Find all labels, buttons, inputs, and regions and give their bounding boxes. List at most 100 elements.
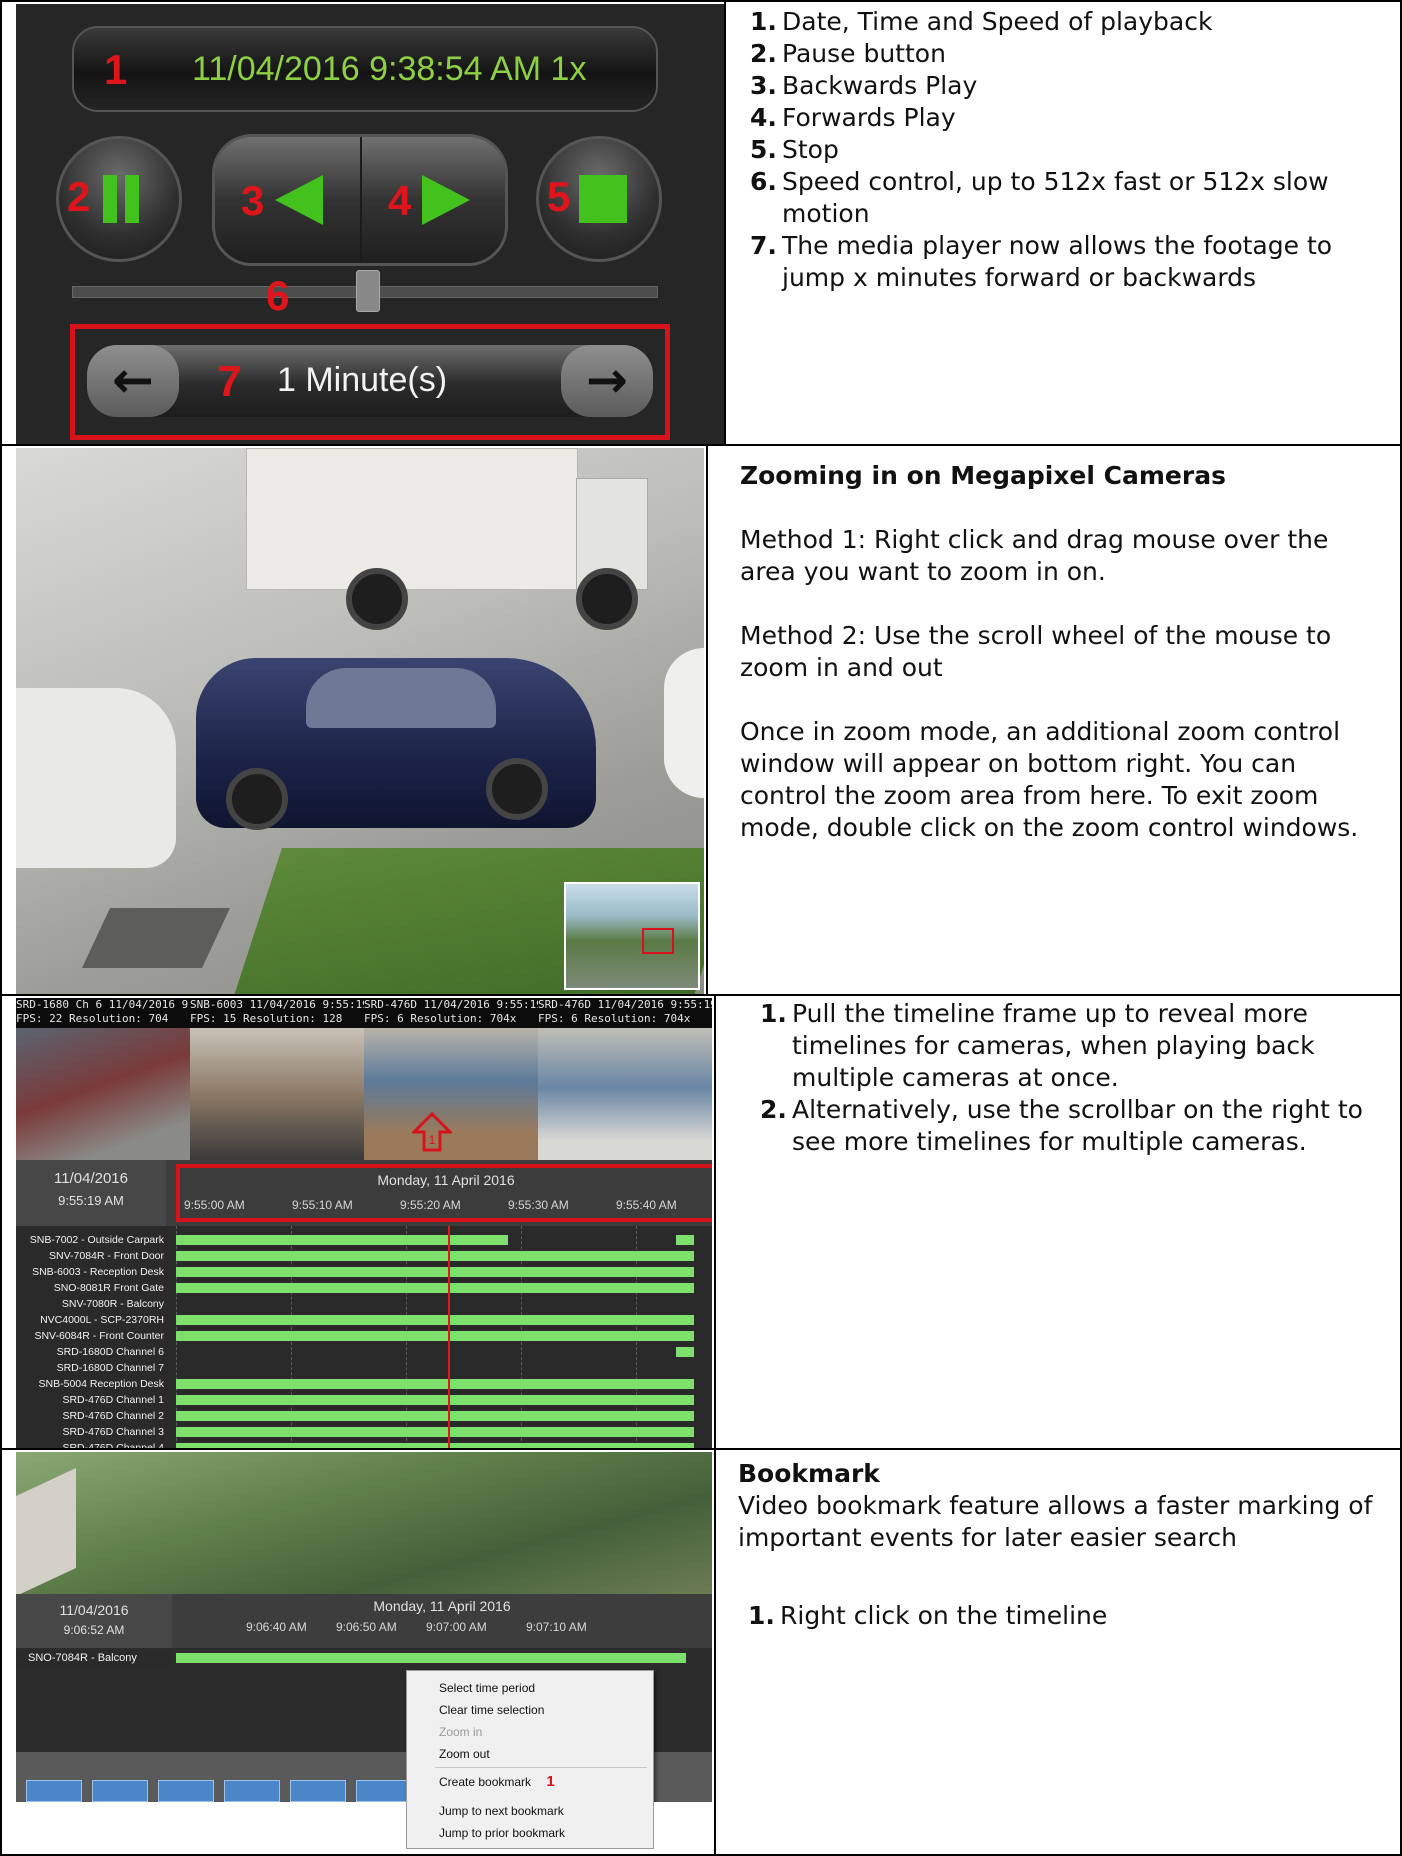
stop-button[interactable]: 5 — [536, 136, 662, 262]
camera-name: SNB-7002 - Outside Carpark — [29, 1234, 164, 1246]
recording-bar[interactable] — [176, 1267, 694, 1277]
list-text: Right click on the timeline — [780, 1601, 1108, 1630]
camera-view — [16, 1452, 712, 1596]
recording-bar[interactable] — [176, 1411, 694, 1421]
truck-wheel — [346, 568, 408, 630]
timeline-track[interactable] — [176, 1251, 694, 1261]
timeline-track[interactable] — [176, 1395, 694, 1405]
menu-create-bookmark[interactable]: Create bookmark 1 — [439, 1773, 555, 1790]
recording-bar[interactable] — [176, 1283, 694, 1293]
zoom-method-1: Method 1: Right click and drag mouse ove… — [740, 525, 1329, 586]
menu-separator — [435, 1767, 647, 1768]
timeline-row[interactable]: SNO-8081R Front Gate — [16, 1280, 712, 1296]
timeline-row[interactable]: SNO-7084R - Balcony — [16, 1650, 712, 1666]
timeline-track[interactable] — [176, 1379, 694, 1389]
timeline-row[interactable]: SRD-476D Channel 4 — [16, 1440, 712, 1448]
video-thumbnail[interactable] — [158, 1780, 214, 1802]
timeline-row[interactable]: SNV-7080R - Balcony — [16, 1296, 712, 1312]
timeline-row[interactable]: SRD-1680D Channel 7 — [16, 1360, 712, 1376]
backwards-play-button[interactable]: 3 — [215, 137, 360, 263]
row-divider — [0, 994, 1402, 996]
timeline-row[interactable]: SNV-6084R - Front Counter — [16, 1328, 712, 1344]
pause-icon — [103, 175, 139, 223]
timeline-day: Monday, 11 April 2016 — [373, 1598, 511, 1614]
recording-bar[interactable] — [176, 1315, 694, 1325]
camera-tile[interactable]: SRD-1680 Ch 6 11/04/2016 9:46:55 AMFPS: … — [16, 998, 190, 1160]
pause-button[interactable]: 2 — [56, 136, 182, 262]
recording-bar[interactable] — [176, 1653, 686, 1663]
timeline-row[interactable]: NVC4000L - SCP-2370RH — [16, 1312, 712, 1328]
list-number: 3. — [750, 71, 777, 100]
timeline-track[interactable] — [176, 1283, 694, 1293]
video-thumbnail[interactable] — [26, 1780, 82, 1802]
jump-forward-button[interactable]: → — [561, 345, 653, 417]
recording-bar[interactable] — [176, 1443, 694, 1448]
datetime-display: 1 11/04/2016 9:38:54 AM 1x — [72, 26, 658, 112]
video-thumbnail[interactable] — [356, 1780, 412, 1802]
recording-bar[interactable] — [176, 1331, 694, 1341]
timeline-track[interactable] — [176, 1235, 694, 1245]
timeline-time: 9:06:52 AM — [63, 1623, 125, 1637]
timeline-track[interactable] — [176, 1363, 694, 1373]
zoom-area-selection[interactable] — [642, 928, 674, 954]
timeline-row[interactable]: SRD-476D Channel 1 — [16, 1392, 712, 1408]
camera-tile[interactable]: SRD-476D 11/04/2016 9:55:19 AMFPS: 6 Res… — [538, 998, 712, 1160]
timeline-current-date: 11/04/2016 9:55:19 AM — [16, 1160, 166, 1226]
recording-bar[interactable] — [176, 1235, 508, 1245]
menu-jump-prior-bookmark[interactable]: Jump to prior bookmark — [439, 1826, 565, 1840]
menu-jump-next-bookmark[interactable]: Jump to next bookmark — [439, 1804, 564, 1818]
timeline-row[interactable]: SRD-1680D Channel 6 — [16, 1344, 712, 1360]
recording-bar[interactable] — [176, 1251, 694, 1261]
recording-bar[interactable] — [176, 1427, 694, 1437]
list-item: 2. Alternatively, use the scrollbar on th… — [750, 1094, 1380, 1158]
menu-clear-time-selection[interactable]: Clear time selection — [439, 1703, 544, 1717]
timeline-context-menu-lower: Jump to next bookmark Jump to prior book… — [406, 1802, 654, 1849]
camera-name: SNO-8081R Front Gate — [53, 1282, 164, 1294]
timeline-frame-highlight[interactable]: Monday, 11 April 2016 9:55:00 AM 9:55:10 … — [176, 1164, 712, 1222]
timeline-track[interactable] — [176, 1443, 694, 1448]
timeline-current-date: 11/04/2016 9:06:52 AM — [16, 1594, 172, 1648]
menu-zoom-out[interactable]: Zoom out — [439, 1747, 490, 1761]
jump-interval-label: 1 Minute(s) — [277, 361, 448, 399]
timeline-track[interactable] — [176, 1347, 694, 1357]
timeline-track[interactable] — [176, 1411, 694, 1421]
jump-back-button[interactable]: ← — [87, 345, 179, 417]
video-thumbnail[interactable] — [224, 1780, 280, 1802]
timeline-row[interactable]: SNV-7084R - Front Door — [16, 1248, 712, 1264]
list-text: Forwards Play — [782, 103, 956, 132]
video-thumbnail[interactable] — [92, 1780, 148, 1802]
recording-bar[interactable] — [176, 1379, 694, 1389]
playback-datetime: 11/04/2016 9:38:54 AM 1x — [192, 50, 587, 88]
list-number: 2. — [750, 39, 777, 68]
timeline-track[interactable] — [176, 1427, 694, 1437]
speed-slider-thumb[interactable] — [356, 270, 380, 312]
zoom-control-window[interactable] — [564, 882, 700, 990]
list-text: Alternatively, use the scrollbar on the … — [792, 1095, 1363, 1156]
controls-description: 1. Date, Time and Speed of playback 2. Paus… — [740, 6, 1380, 294]
bookmark-intro: Video bookmark feature allows a faster m… — [738, 1491, 1373, 1552]
timeline-track[interactable] — [176, 1267, 694, 1277]
video-thumbnail[interactable] — [290, 1780, 346, 1802]
menu-zoom-in[interactable]: Zoom in — [439, 1725, 482, 1739]
list-text: Backwards Play — [782, 71, 978, 100]
camera-tile[interactable]: SNB-6003 11/04/2016 9:55:19 AMFPS: 15 Re… — [190, 998, 364, 1160]
stop-icon — [579, 175, 627, 223]
timeline-row[interactable]: SNB-5004 Reception Desk — [16, 1376, 712, 1392]
drain-grate — [82, 908, 230, 968]
list-text: Date, Time and Speed of playback — [782, 7, 1213, 36]
recording-bar[interactable] — [675, 1347, 694, 1357]
timeline-row[interactable]: SRD-476D Channel 2 — [16, 1408, 712, 1424]
timeline-track[interactable] — [176, 1331, 694, 1341]
menu-select-time-period[interactable]: Select time period — [439, 1681, 535, 1695]
recording-bar[interactable] — [176, 1395, 694, 1405]
forwards-play-button[interactable]: 4 — [362, 137, 505, 263]
timeline-row[interactable]: SRD-476D Channel 3 — [16, 1424, 712, 1440]
timeline-row[interactable]: SNB-7002 - Outside Carpark — [16, 1232, 712, 1248]
list-number: 6. — [750, 167, 777, 196]
recording-bar[interactable] — [675, 1235, 694, 1245]
timeline-row[interactable]: SNB-6003 - Reception Desk — [16, 1264, 712, 1280]
timeline-tick-label: 9:55:00 AM — [184, 1198, 245, 1212]
timeline-track[interactable] — [176, 1299, 694, 1309]
playhead-cursor[interactable] — [448, 1226, 450, 1448]
timeline-track[interactable] — [176, 1315, 694, 1325]
